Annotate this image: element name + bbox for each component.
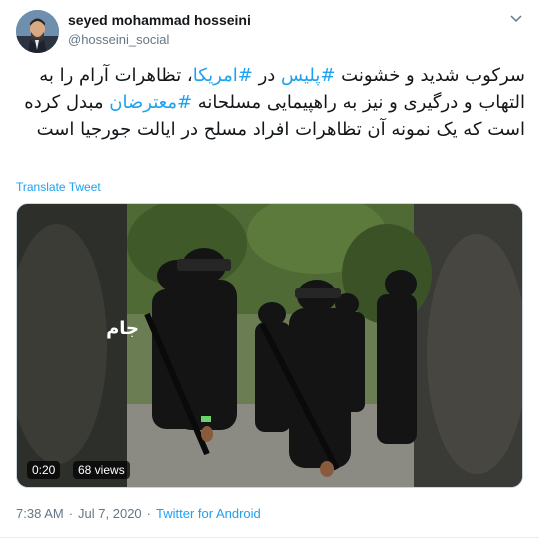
tweet-text-segment: در [252,65,281,86]
chevron-down-icon [510,15,522,23]
display-name[interactable]: seyed mohammad hosseini [68,12,251,28]
video-frame: جام [17,204,522,487]
video-player[interactable]: جام 0:20 68 views [16,203,523,488]
tweet-card: seyed mohammad hosseini @hosseini_social… [0,0,539,538]
meta-separator: · [146,506,151,521]
hashtag-link[interactable]: #معترضان [109,92,192,113]
tweet-meta: 7:38 AM · Jul 7, 2020 · Twitter for Android [16,506,261,521]
translate-tweet-link[interactable]: Translate Tweet [16,180,101,194]
video-watermark: جام [106,318,139,339]
hashtag-link[interactable]: #پلیس [281,65,335,86]
tweet-date[interactable]: Jul 7, 2020 [78,506,142,521]
video-duration-badge: 0:20 [27,461,61,479]
video-views-badge: 68 views [73,461,130,479]
tweet-menu-button[interactable] [507,10,525,28]
meta-separator: · [68,506,74,521]
tweet-time[interactable]: 7:38 AM [16,506,64,521]
hashtag-link[interactable]: #امریکا [193,65,253,86]
user-handle[interactable]: @hosseini_social [68,32,169,47]
user-avatar[interactable] [16,10,59,53]
user-avatar-photo [16,10,59,53]
tweet-text-segment: سرکوب شدید و خشونت [335,65,525,86]
tweet-source-link[interactable]: Twitter for Android [156,506,261,521]
tweet-text: سرکوب شدید و خشونت #پلیس در #امریکا، تظا… [14,62,525,143]
